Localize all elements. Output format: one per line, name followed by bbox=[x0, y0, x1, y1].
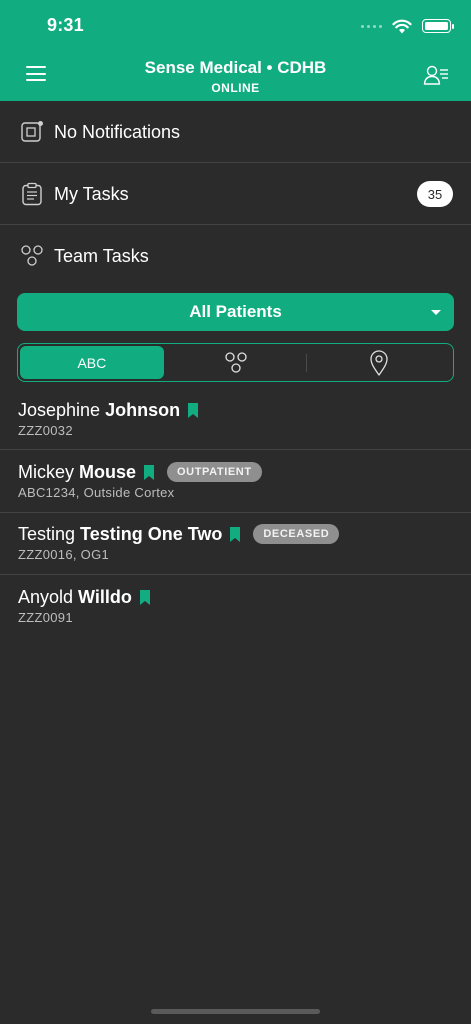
bookmark-icon[interactable] bbox=[139, 589, 151, 605]
notifications-row[interactable]: No Notifications bbox=[0, 101, 471, 163]
patient-identifier: ZZZ0091 bbox=[18, 610, 73, 625]
patient-filter-dropdown[interactable]: All Patients bbox=[17, 293, 454, 331]
patient-list-item[interactable]: Mickey Mouse OUTPATIENT ABC1234, Outside… bbox=[0, 450, 471, 512]
sort-alphabetical-segment[interactable]: ABC bbox=[20, 346, 164, 379]
team-sort-icon bbox=[224, 351, 247, 373]
header-title-block: Sense Medical • CDHB ONLINE bbox=[0, 58, 471, 95]
task-count-badge: 35 bbox=[417, 181, 453, 207]
bookmark-icon[interactable] bbox=[187, 402, 199, 418]
my-tasks-row[interactable]: My Tasks 35 bbox=[0, 163, 471, 225]
sort-alphabetical-label: ABC bbox=[77, 354, 107, 371]
patient-last-name: Testing One Two bbox=[80, 523, 223, 544]
patient-first-name: Mickey bbox=[18, 461, 75, 482]
status-time: 9:31 bbox=[47, 15, 84, 35]
patient-list-item[interactable]: Josephine Johnson ZZZ0032 bbox=[0, 388, 471, 450]
home-indicator[interactable] bbox=[151, 1009, 320, 1014]
team-tasks-row[interactable]: Team Tasks bbox=[0, 225, 471, 287]
clipboard-icon bbox=[22, 182, 42, 206]
patient-last-name: Mouse bbox=[79, 461, 137, 482]
notifications-label: No Notifications bbox=[54, 121, 181, 142]
patient-identifier: ZZZ0032 bbox=[18, 423, 73, 438]
patient-first-name: Testing bbox=[18, 523, 76, 544]
chevron-down-icon bbox=[431, 310, 441, 315]
status-icons bbox=[361, 16, 454, 36]
team-tasks-label: Team Tasks bbox=[54, 245, 149, 266]
sort-location-segment[interactable] bbox=[307, 346, 451, 379]
patient-first-name: Josephine bbox=[18, 399, 101, 420]
app-header: 9:31 Sense Medical • CDHB ONLINE bbox=[0, 0, 471, 101]
patient-status-badge: OUTPATIENT bbox=[167, 462, 262, 482]
patient-identifier: ZZZ0016, OG1 bbox=[18, 547, 110, 562]
sort-team-segment[interactable] bbox=[164, 346, 308, 379]
patient-identifier: ABC1234, Outside Cortex bbox=[18, 485, 175, 500]
cellular-signal-icon bbox=[361, 24, 382, 28]
patient-last-name: Johnson bbox=[105, 399, 181, 420]
wifi-icon bbox=[392, 19, 412, 33]
team-icon bbox=[21, 245, 43, 266]
location-pin-icon bbox=[370, 349, 388, 376]
my-tasks-label: My Tasks bbox=[54, 183, 129, 204]
user-list-icon[interactable] bbox=[423, 64, 449, 86]
patient-status-badge: DECEASED bbox=[253, 524, 340, 544]
patient-filter-value: All Patients bbox=[189, 302, 282, 321]
app-title: Sense Medical • CDHB bbox=[144, 58, 327, 77]
battery-icon bbox=[422, 19, 454, 33]
patient-first-name: Anyold bbox=[18, 586, 74, 607]
connection-status: ONLINE bbox=[211, 81, 260, 95]
patient-list-item[interactable]: Testing Testing One Two DECEASED ZZZ0016… bbox=[0, 512, 471, 574]
sort-segmented-control: ABC bbox=[17, 343, 454, 382]
notification-icon bbox=[21, 121, 43, 142]
bookmark-icon[interactable] bbox=[143, 464, 155, 480]
bookmark-icon[interactable] bbox=[229, 526, 241, 542]
patient-last-name: Willdo bbox=[78, 586, 132, 607]
patient-list-item[interactable]: Anyold Willdo ZZZ0091 bbox=[0, 575, 471, 637]
